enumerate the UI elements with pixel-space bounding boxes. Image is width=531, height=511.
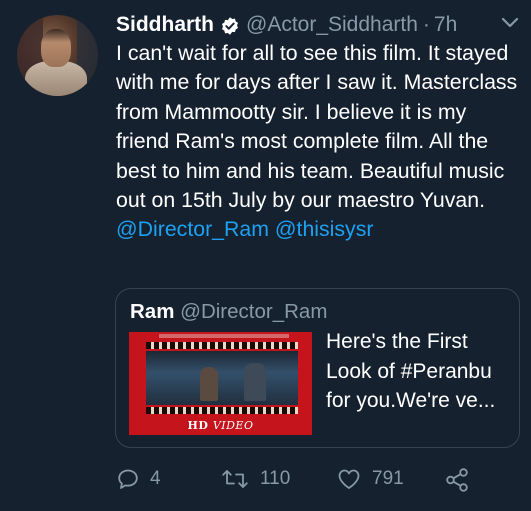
chevron-down-icon[interactable] [501, 16, 519, 28]
retweet-icon [220, 467, 250, 491]
poster-artwork [146, 351, 298, 405]
retweet-button[interactable]: 110 [220, 467, 290, 491]
avatar-face [41, 29, 71, 67]
reply-count: 4 [150, 468, 161, 489]
poster-figure [200, 367, 218, 401]
tweet-actions: 4 110 791 [116, 467, 526, 493]
heart-icon [336, 467, 362, 491]
tweet-header: Siddharth @Actor_Siddharth · 7h [116, 11, 457, 39]
avatar[interactable] [17, 15, 98, 96]
hd-video-badge: HD VIDEO [129, 419, 312, 432]
film-strip-top [146, 342, 298, 349]
tweet-text-body: I can't wait for all to see this film. I… [116, 41, 518, 213]
author-name[interactable]: Siddharth [116, 13, 214, 37]
author-handle[interactable]: @Actor_Siddharth [246, 13, 418, 37]
poster-figure [244, 363, 266, 401]
quoted-author-name: Ram [130, 300, 175, 323]
tweet[interactable]: Siddharth @Actor_Siddharth · 7h I can't … [0, 0, 531, 511]
share-button[interactable] [444, 467, 470, 493]
mention-link[interactable]: @thisisysr [275, 217, 374, 241]
reply-button[interactable]: 4 [116, 467, 161, 491]
retweet-count: 110 [260, 468, 291, 489]
share-icon [444, 467, 470, 493]
tweet-text: I can't wait for all to see this film. I… [116, 39, 521, 245]
quoted-tweet[interactable]: Ram @Director_Ram HD VIDEO Here's the Fi… [115, 288, 520, 448]
quoted-header: Ram @Director_Ram [130, 300, 327, 324]
reply-icon [116, 467, 140, 491]
verified-badge-icon [220, 16, 240, 36]
video-label: VIDEO [212, 419, 254, 432]
separator-dot: · [422, 13, 430, 36]
quoted-author-handle: @Director_Ram [180, 300, 328, 323]
like-button[interactable]: 791 [336, 467, 404, 491]
poster-credits [159, 334, 289, 338]
hd-label: HD [187, 419, 209, 432]
mention-link[interactable]: @Director_Ram [116, 217, 269, 241]
video-thumbnail[interactable]: HD VIDEO [129, 332, 312, 435]
quoted-text: Here's the First Look of #Peranbu for yo… [326, 330, 496, 413]
like-count: 791 [372, 468, 404, 489]
film-strip-bottom [146, 407, 298, 414]
timestamp[interactable]: 7h [434, 13, 457, 37]
